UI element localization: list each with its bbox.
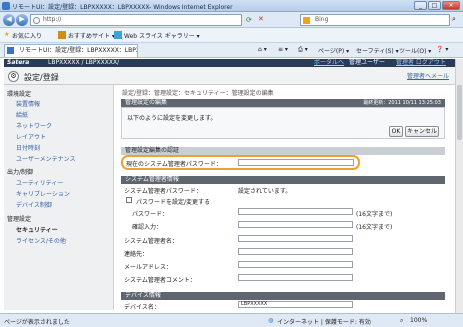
confirm-label: 確認入力： xyxy=(132,224,163,231)
sidebar-item-device-control[interactable]: デバイス制御 xyxy=(16,200,52,209)
mail-admin-link[interactable]: 管理者へメール xyxy=(407,71,449,80)
scrollbar-thumb[interactable] xyxy=(457,85,462,140)
password-input[interactable] xyxy=(238,208,353,215)
sysadmin-section-header: システム管理者情報 xyxy=(121,176,445,184)
ok-button[interactable]: OK xyxy=(389,126,403,137)
sidebar-section-management: 管理設定 xyxy=(7,216,32,223)
zoom-level[interactable]: 100% xyxy=(410,317,427,324)
ie-app-icon xyxy=(2,2,10,10)
suggested-sites-link[interactable]: おすすめサイト ▾ xyxy=(68,31,115,40)
rui-header: Satera LBPXXXXX / LBPXXXXX/ ポータルへ 管理ユーザー… xyxy=(4,59,459,67)
sidebar-item-license[interactable]: ライセンス/その他 xyxy=(16,236,66,245)
brand-logo: Satera xyxy=(7,59,30,66)
breadcrumb: 設定/登録：管理設定：セキュリティー：管理設定の編集 xyxy=(122,90,274,97)
auth-section-header: 管理設定編集の認証 xyxy=(121,147,445,155)
page-menu[interactable]: ページ(P) ▾ xyxy=(318,46,349,55)
cancel-button[interactable]: キャンセル xyxy=(405,126,439,137)
zone-status: インターネット | 保護モード: 有効 xyxy=(277,319,371,326)
page-icon xyxy=(33,17,40,24)
sidebar-section-output: 出力/制御 xyxy=(7,169,34,176)
sidebar-item-user-maintenance[interactable]: ユーザーメンテナンス xyxy=(16,154,76,163)
current-password-input[interactable] xyxy=(238,159,354,166)
last-updated: 最終更新：2011 10/11 13:25:03 xyxy=(363,100,441,106)
help-menu[interactable]: ❓ ▾ xyxy=(436,46,448,53)
search-icon[interactable]: ⌕ xyxy=(452,15,456,24)
web-slice-link[interactable]: Web スライス ギャラリー ▾ xyxy=(124,31,200,40)
vertical-scrollbar[interactable] xyxy=(455,59,463,313)
tab-bar: リモートUI：設定/登録：LBPXXXXX：LBPXX... ⌂ ▾ ≡ ▾ ⎙… xyxy=(0,43,463,58)
contact-input[interactable] xyxy=(238,248,353,255)
globe-icon: ◍ xyxy=(268,317,274,324)
comment-input[interactable] xyxy=(238,274,353,281)
window-title: リモートUI：設定/登録：LBPXXXXX：LBPXXXXX- Windows … xyxy=(12,4,233,11)
portal-link[interactable]: ポータルへ xyxy=(314,59,344,67)
address-input[interactable]: http:// xyxy=(30,14,242,26)
contact-label: 連絡先： xyxy=(124,251,149,258)
sysadmin-password-label: システム管理者パスワード： xyxy=(124,188,202,195)
sidebar-item-device-info[interactable]: 装置情報 xyxy=(16,99,40,108)
sysadmin-name-input[interactable] xyxy=(238,235,353,242)
sidebar-item-layout[interactable]: レイアウト xyxy=(16,132,46,141)
sidebar: 環境設定 装置情報 給紙 ネットワーク レイアウト 日付時刻 ユーザーメンテナン… xyxy=(4,85,114,310)
browser-tab[interactable]: リモートUI：設定/登録：LBPXXXXX：LBPXX... xyxy=(4,44,138,57)
device-section-header: デバイス情報 xyxy=(121,292,445,300)
web-slice-icon xyxy=(114,31,122,39)
page-subheader: ⚙ 設定/登録 管理者へメール xyxy=(4,67,459,85)
status-bar: ページが表示されました ◍ インターネット | 保護モード: 有効 ⌕ 100% xyxy=(0,313,463,327)
password-label: パスワード： xyxy=(132,211,169,218)
status-text: ページが表示されました xyxy=(4,319,70,326)
home-icon[interactable]: ⌂ ▾ xyxy=(258,46,267,53)
edit-section-title: 管理設定の編集 xyxy=(125,99,168,106)
email-label: メールアドレス： xyxy=(124,264,173,271)
set-password-label: パスワードを設定/変更する xyxy=(136,199,211,206)
settings-gear-icon: ⚙ xyxy=(8,71,19,82)
forward-button[interactable]: ▶ xyxy=(16,14,28,26)
logout-link[interactable]: 管理者 ログアウト xyxy=(396,59,446,67)
address-bar-row: ◀ ▶ http:// ⟳ ✕ Bing ⌕ xyxy=(0,12,463,28)
minimize-button[interactable]: _ xyxy=(414,1,427,10)
edit-section-header: 管理設定の編集 最終更新：2011 10/11 13:25:03 xyxy=(121,99,445,107)
sidebar-item-calibration[interactable]: キャリブレーション xyxy=(16,189,70,198)
maximize-button[interactable]: □ xyxy=(428,1,441,10)
favorites-bar: ★ お気に入り おすすめサイト ▾ Web スライス ギャラリー ▾ xyxy=(0,28,463,43)
sidebar-item-security[interactable]: セキュリティー xyxy=(16,225,58,234)
sysadmin-password-status: 設定されています。 xyxy=(238,188,292,195)
confirm-note: (16文字まで) xyxy=(356,224,393,231)
bing-icon xyxy=(303,17,310,24)
window-titlebar: リモートUI：設定/登録：LBPXXXXX：LBPXXXXX- Windows … xyxy=(0,0,463,12)
comment-label: システム管理者コメント： xyxy=(124,277,196,284)
device-name-input[interactable]: LBPXXXXX xyxy=(238,301,353,308)
confirm-input[interactable] xyxy=(238,221,353,228)
current-password-label: 現在のシステム管理者パスワード： xyxy=(126,161,222,168)
safety-menu[interactable]: セーフティ(S) ▾ xyxy=(356,46,399,55)
sidebar-section-environment: 環境設定 xyxy=(7,91,32,98)
suggested-sites-icon xyxy=(58,31,66,39)
star-icon: ★ xyxy=(4,31,10,38)
instruction-text: 以下のように設定を変更します。 xyxy=(127,115,217,122)
email-input[interactable] xyxy=(238,261,353,268)
print-icon[interactable]: ⎙ ▾ xyxy=(298,46,308,54)
tab-favicon-icon xyxy=(7,47,14,54)
stop-icon[interactable]: ✕ xyxy=(258,15,264,23)
zoom-icon[interactable]: ⌕ xyxy=(400,317,403,325)
feeds-icon[interactable]: ≡ ▾ xyxy=(278,46,288,53)
page-title: 設定/登録 xyxy=(24,73,59,82)
close-button[interactable]: ✕ xyxy=(442,1,460,10)
device-name-label: デバイス名： xyxy=(124,304,160,311)
tools-menu[interactable]: ツール(O) ▾ xyxy=(399,46,431,55)
favorites-button[interactable]: お気に入り xyxy=(12,31,42,40)
sidebar-item-datetime[interactable]: 日付時刻 xyxy=(16,143,40,152)
sidebar-item-paper[interactable]: 給紙 xyxy=(16,110,28,119)
sidebar-item-network[interactable]: ネットワーク xyxy=(16,121,52,130)
refresh-icon[interactable]: ⟳ xyxy=(246,16,252,24)
sidebar-item-utility[interactable]: ユーティリティー xyxy=(16,178,63,187)
admin-user-label: 管理ユーザー xyxy=(349,59,385,66)
set-password-checkbox[interactable] xyxy=(126,197,132,203)
back-button[interactable]: ◀ xyxy=(3,14,15,26)
password-note: (16文字まで) xyxy=(356,211,393,218)
device-model: LBPXXXXX / LBPXXXXX/ xyxy=(48,59,120,66)
search-input[interactable]: Bing xyxy=(300,14,450,26)
sysadmin-name-label: システム管理者名： xyxy=(124,238,178,245)
